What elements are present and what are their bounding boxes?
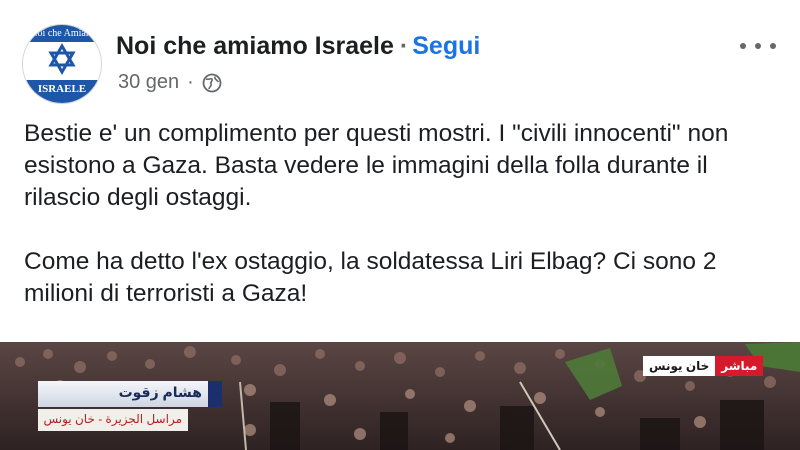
more-options-icon[interactable] (740, 40, 776, 52)
dot (755, 43, 761, 49)
live-location: خان يونس (643, 356, 716, 376)
post-meta: 30 gen · (118, 71, 222, 94)
meta-separator: · (187, 71, 194, 93)
post-paragraph: Come ha detto l'ex ostaggio, la soldates… (24, 248, 717, 307)
post-date-link[interactable]: 30 gen (118, 71, 179, 94)
reporter-name: هشام زقوت (38, 381, 208, 407)
page-name-link[interactable]: Noi che amiamo Israele (116, 32, 394, 60)
post-paragraph: Bestie e' un complimento per questi most… (24, 120, 729, 211)
globe-icon[interactable] (202, 73, 222, 93)
live-badge: مباشر خان يونس (643, 356, 764, 376)
page-avatar[interactable]: Noi che Amiam ISRAELE (22, 24, 102, 104)
title-separator: · (399, 32, 409, 60)
avatar-text-bottom: ISRAELE (37, 83, 87, 95)
post-header-title: Noi che amiamo Israele · Segui (116, 32, 480, 61)
post-text: Bestie e' un complimento per questi most… (24, 118, 784, 342)
live-label: مباشر (715, 356, 764, 376)
news-lower-third: هشام زقوت مراسل الجزيرة - خان يونس (38, 381, 222, 437)
channel-logo (208, 381, 222, 407)
reporter-role: مراسل الجزيرة - خان يونس (38, 409, 188, 431)
avatar-text-top: Noi che Amiam (30, 28, 94, 39)
follow-button[interactable]: Segui (412, 32, 480, 60)
dot (740, 43, 746, 49)
facebook-post: Noi che Amiam ISRAELE Noi che amiamo Isr… (0, 0, 800, 450)
dot (770, 43, 776, 49)
